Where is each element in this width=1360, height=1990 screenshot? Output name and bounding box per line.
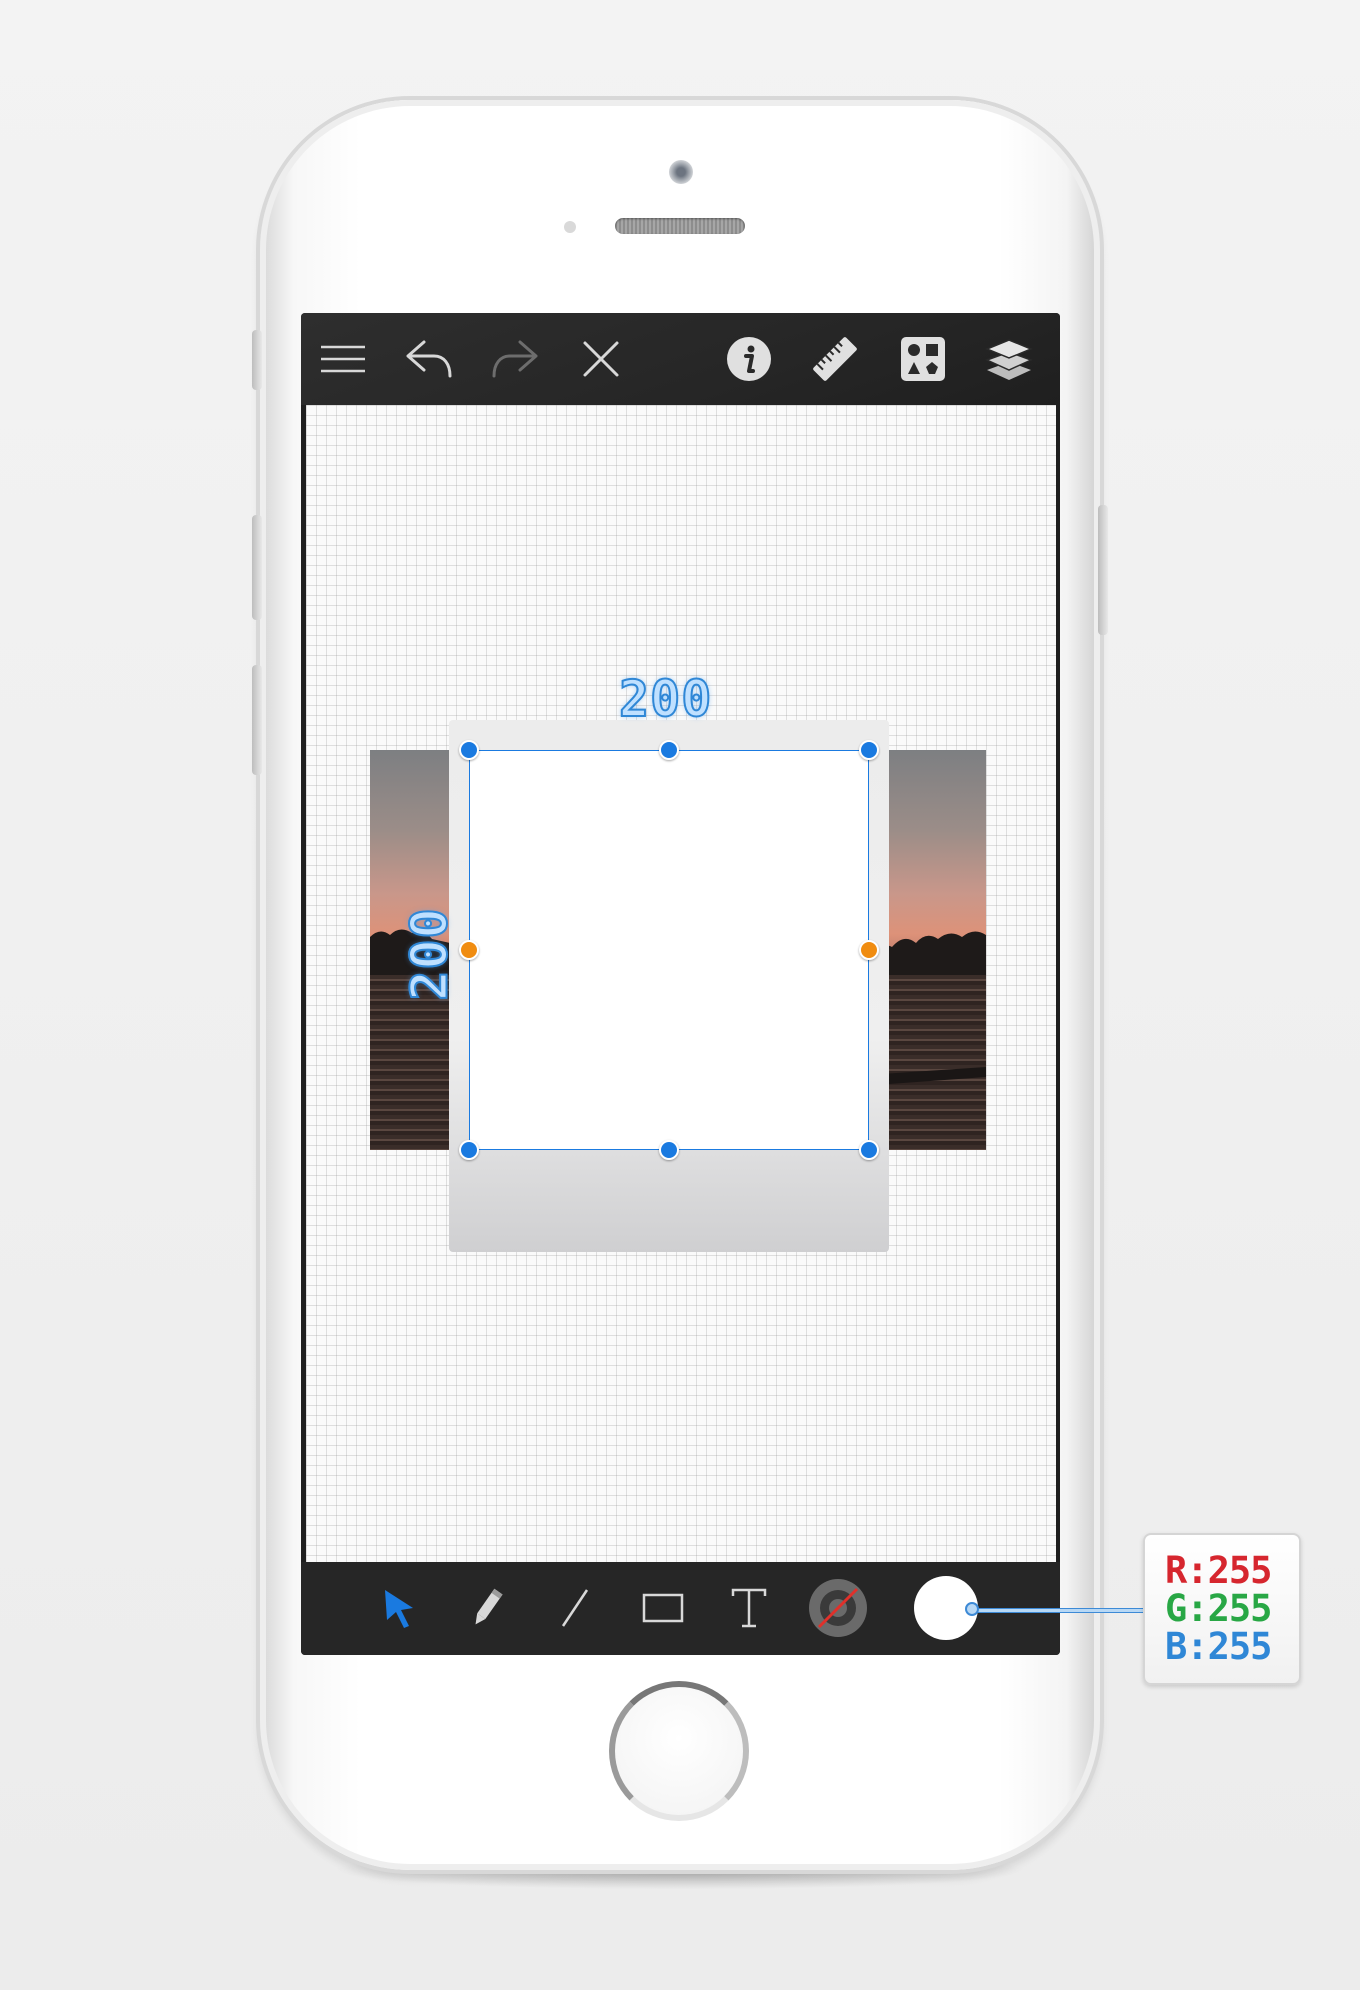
blue-value: 255 — [1207, 1625, 1273, 1668]
shapes-library-icon[interactable] — [895, 331, 951, 387]
undo-icon[interactable] — [401, 331, 457, 387]
proximity-sensor — [564, 221, 576, 233]
bottom-toolbar — [301, 1562, 1060, 1655]
volume-down-button — [252, 665, 262, 775]
rectangle-icon[interactable] — [635, 1580, 691, 1636]
blue-label: B: — [1165, 1625, 1209, 1668]
close-icon[interactable] — [573, 331, 629, 387]
red-value-row: R:255 — [1165, 1549, 1273, 1592]
green-value-row: G:255 — [1165, 1587, 1273, 1630]
green-label: G: — [1165, 1587, 1209, 1630]
rgb-color-callout: R:255 G:255 B:255 — [1143, 1533, 1301, 1685]
selected-rectangle[interactable] — [469, 750, 869, 1150]
resize-handle-top-right[interactable] — [859, 740, 879, 760]
callout-connector-line — [970, 1608, 1145, 1613]
top-toolbar — [301, 313, 1060, 405]
volume-up-button — [252, 515, 262, 620]
home-button[interactable] — [609, 1681, 749, 1821]
resize-handle-top-left[interactable] — [459, 740, 479, 760]
line-icon[interactable] — [547, 1580, 603, 1636]
resize-handle-top[interactable] — [659, 740, 679, 760]
height-dimension-label: 200 — [400, 906, 460, 1001]
callout-connector-dot — [965, 1602, 979, 1616]
power-button — [1098, 505, 1108, 635]
resize-handle-bottom[interactable] — [659, 1140, 679, 1160]
ruler-icon[interactable] — [807, 331, 863, 387]
resize-handle-right[interactable] — [859, 940, 879, 960]
front-camera — [669, 160, 693, 184]
pencil-icon[interactable] — [459, 1580, 515, 1636]
red-label: R: — [1165, 1549, 1209, 1592]
layers-icon[interactable] — [981, 331, 1037, 387]
text-icon[interactable] — [721, 1580, 777, 1636]
resize-handle-bottom-right[interactable] — [859, 1140, 879, 1160]
menu-icon[interactable] — [315, 331, 371, 387]
redo-icon[interactable] — [487, 331, 543, 387]
mute-switch — [252, 330, 262, 390]
stroke-color-none-icon[interactable] — [806, 1576, 870, 1640]
info-icon[interactable] — [721, 331, 777, 387]
red-value: 255 — [1207, 1549, 1273, 1592]
select-arrow-icon[interactable] — [371, 1580, 427, 1636]
blue-value-row: B:255 — [1165, 1625, 1273, 1668]
width-dimension-label: 200 — [618, 669, 713, 729]
green-value: 255 — [1207, 1587, 1273, 1630]
resize-handle-left[interactable] — [459, 940, 479, 960]
phone-screen: 200 200 — [301, 313, 1060, 1655]
drawing-canvas[interactable]: 200 200 — [306, 405, 1056, 1562]
earpiece-speaker — [615, 218, 745, 234]
resize-handle-bottom-left[interactable] — [459, 1140, 479, 1160]
